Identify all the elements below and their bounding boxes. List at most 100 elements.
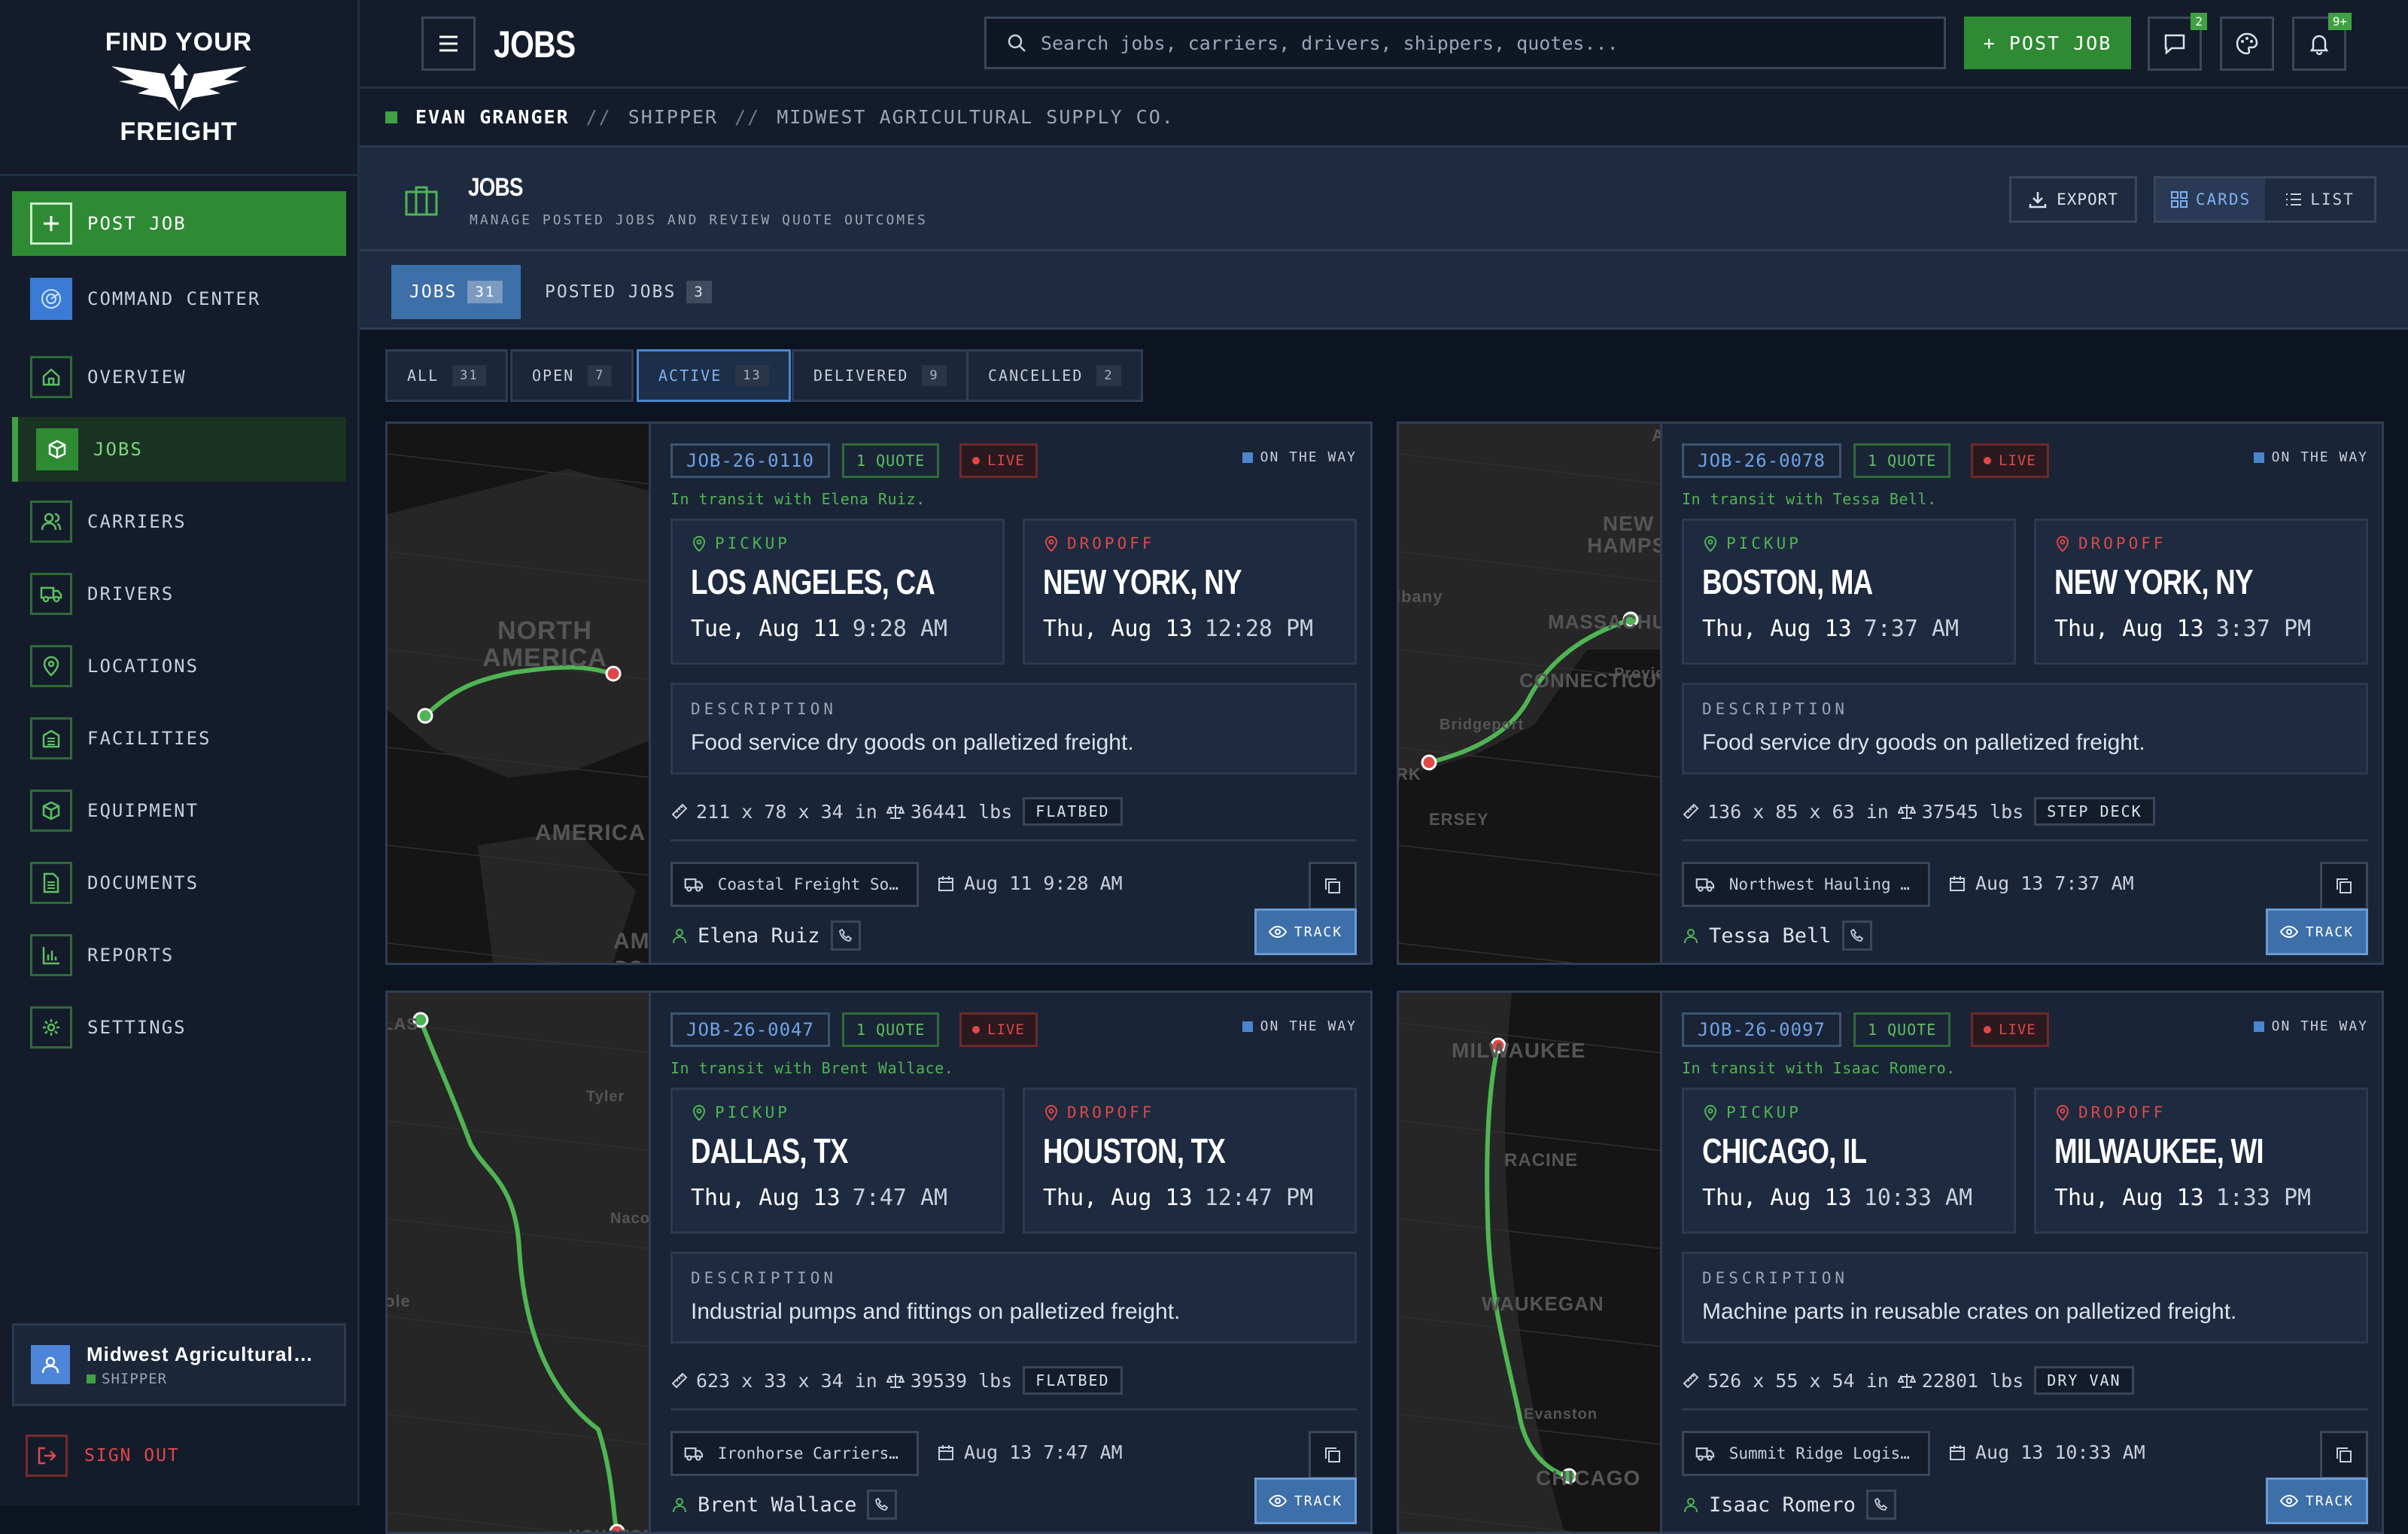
users-icon (30, 501, 72, 543)
sidebar-item-command-center[interactable]: COMMAND CENTER (12, 266, 346, 331)
copy-button[interactable] (1309, 862, 1357, 910)
equipment-tag: FLATBED (1023, 1366, 1123, 1395)
sidebar-post-job-button[interactable]: POST JOB (12, 191, 346, 256)
sidebar-item-overview[interactable]: OVERVIEW (12, 345, 346, 409)
phone-icon (1850, 928, 1863, 942)
sidebar-item-locations[interactable]: LOCATIONS (12, 634, 346, 699)
ruler-icon (1683, 1372, 1699, 1389)
route-start-marker (417, 708, 433, 724)
cargo-dimensions: 623 x 33 x 34 in (696, 1369, 877, 1392)
carrier-chip[interactable]: Coastal Freight Sol… (670, 862, 919, 907)
job-card[interactable]: MILWAUKEE RACINE WAUKEGAN Evanston CHICAGO J… (1397, 991, 2384, 1534)
driver-name: Isaac Romero (1709, 1493, 1856, 1517)
export-button[interactable]: EXPORT (2009, 176, 2137, 223)
driver-info: Brent Wallace (670, 1490, 898, 1520)
route-map[interactable]: NEW HAMPSHIRElbanyMASSACHUSETTSCONNECTIC… (1399, 424, 1662, 963)
phone-icon (838, 928, 852, 942)
track-label: TRACK (1294, 1493, 1343, 1509)
tab-count: 31 (467, 281, 503, 303)
quote-badge[interactable]: 1 QUOTE (1853, 1012, 1951, 1047)
post-job-button[interactable]: + POST JOB (1964, 17, 2131, 69)
user-card[interactable]: Midwest Agricultural… SHIPPER (12, 1323, 346, 1406)
track-button[interactable]: TRACK (2266, 1478, 2368, 1524)
pickup-panel: PICKUP DALLAS, TX Thu, Aug 13 7:47 AM (670, 1088, 1005, 1234)
theme-button[interactable] (2220, 17, 2274, 71)
sidebar-item-facilities[interactable]: FACILITIES (12, 706, 346, 771)
bell-icon (2309, 35, 2329, 56)
route-map[interactable]: NORTH AMERICA AMERICA AM DO SU (388, 424, 651, 963)
carrier-chip[interactable]: Summit Ridge Logist… (1682, 1431, 1930, 1476)
breadcrumb-separator: // (734, 106, 761, 128)
carrier-name: Northwest Hauling G… (1728, 875, 1917, 893)
search-input[interactable]: Search jobs, carriers, drivers, shippers… (984, 17, 1946, 69)
job-id[interactable]: JOB-26-0078 (1682, 443, 1841, 478)
route-map[interactable]: MILWAUKEE RACINE WAUKEGAN Evanston CHICAGO (1399, 993, 1662, 1532)
filter-all[interactable]: ALL 31 (385, 349, 508, 402)
job-card[interactable]: NEW HAMPSHIRElbanyMASSACHUSETTSCONNECTIC… (1397, 422, 2384, 965)
route-map[interactable]: LAS Tyler Nacog ole HOUSTON (388, 993, 651, 1532)
filter-open[interactable]: OPEN 7 (510, 349, 634, 402)
filter-cancelled[interactable]: CANCELLED 2 (966, 349, 1143, 402)
route-end-marker (1421, 754, 1437, 771)
pickup-time: 7:37 AM (1863, 616, 1960, 642)
sidebar-item-jobs[interactable]: JOBS (12, 417, 346, 482)
map-label: MILWAUKEE (1452, 1039, 1586, 1062)
quote-badge[interactable]: 1 QUOTE (1853, 443, 1951, 478)
menu-button[interactable] (421, 17, 476, 71)
sidebar-item-reports[interactable]: REPORTS (12, 923, 346, 988)
pickup-time: 10:33 AM (1863, 1185, 1973, 1211)
track-button[interactable]: TRACK (1254, 1478, 1357, 1524)
sidebar-item-drivers[interactable]: DRIVERS (12, 562, 346, 626)
track-button[interactable]: TRACK (1254, 909, 1357, 955)
call-driver-button[interactable] (830, 921, 861, 951)
post-job-label: POST JOB (87, 213, 187, 234)
gear-icon (30, 1006, 72, 1049)
notifications-button[interactable]: 9+ (2292, 13, 2352, 71)
ruler-icon (1683, 803, 1699, 820)
sign-out-button[interactable]: SIGN OUT (26, 1435, 180, 1477)
map-label: LAS (388, 1015, 418, 1033)
tab-posted-jobs[interactable]: POSTED JOBS 3 (527, 265, 730, 319)
job-card[interactable]: NORTH AMERICAAMERICAAMDO SU JOB-26-0110 … (385, 422, 1373, 965)
sidebar-item-equipment[interactable]: EQUIPMENT (12, 778, 346, 843)
sidebar-item-carriers[interactable]: CARRIERS (12, 489, 346, 554)
status-badge: ON THE WAY (2253, 1018, 2368, 1034)
sidebar-item-settings[interactable]: SETTINGS (12, 995, 346, 1060)
copy-button[interactable] (2320, 862, 2368, 910)
description-label: DESCRIPTION (691, 700, 838, 718)
brand-logo[interactable]: FIND YOUR FREIGHT (0, 0, 357, 176)
job-id[interactable]: JOB-26-0047 (670, 1012, 830, 1047)
filter-delivered[interactable]: DELIVERED 9 (792, 349, 968, 402)
carrier-chip[interactable]: Northwest Hauling G… (1682, 862, 1930, 907)
copy-button[interactable] (2320, 1431, 2368, 1479)
call-driver-button[interactable] (1841, 921, 1872, 951)
dropoff-time: 3:37 PM (2215, 616, 2312, 642)
map-label: RK (1399, 765, 1421, 784)
description-text: Industrial pumps and fittings on palleti… (691, 1299, 1181, 1324)
call-driver-button[interactable] (867, 1490, 898, 1520)
tab-jobs[interactable]: JOBS 31 (391, 265, 521, 319)
messages-button[interactable]: 2 (2148, 13, 2207, 71)
copy-button[interactable] (1309, 1431, 1357, 1479)
sidebar-item-documents[interactable]: DOCUMENTS (12, 851, 346, 915)
track-button[interactable]: TRACK (2266, 909, 2368, 955)
view-list-button[interactable]: LIST (2265, 178, 2374, 221)
search-placeholder: Search jobs, carriers, drivers, shippers… (1041, 32, 1619, 54)
job-id[interactable]: JOB-26-0097 (1682, 1012, 1841, 1047)
filter-label: CANCELLED (988, 367, 1084, 385)
dropoff-city: NEW YORK, NY (1043, 562, 1242, 601)
view-cards-button[interactable]: CARDS (2156, 178, 2265, 221)
call-driver-button[interactable] (1866, 1490, 1897, 1520)
map-road (1399, 845, 1660, 876)
job-id[interactable]: JOB-26-0110 (670, 443, 830, 478)
dropoff-label: DROPOFF (1067, 1103, 1155, 1122)
dropoff-datetime: Thu, Aug 13 1:33 PM (2054, 1185, 2348, 1211)
user-icon (673, 929, 686, 944)
carrier-chip[interactable]: Ironhorse Carriers … (670, 1431, 919, 1476)
filter-active[interactable]: ACTIVE 13 (637, 349, 791, 402)
quote-badge[interactable]: 1 QUOTE (842, 443, 940, 478)
pickup-city: DALLAS, TX (691, 1131, 849, 1170)
quote-badge[interactable]: 1 QUOTE (842, 1012, 940, 1047)
map-label: AM (613, 929, 650, 954)
job-card[interactable]: LAS Tyler Nacog ole HOUSTON JOB-26-0047 1 QU… (385, 991, 1373, 1534)
